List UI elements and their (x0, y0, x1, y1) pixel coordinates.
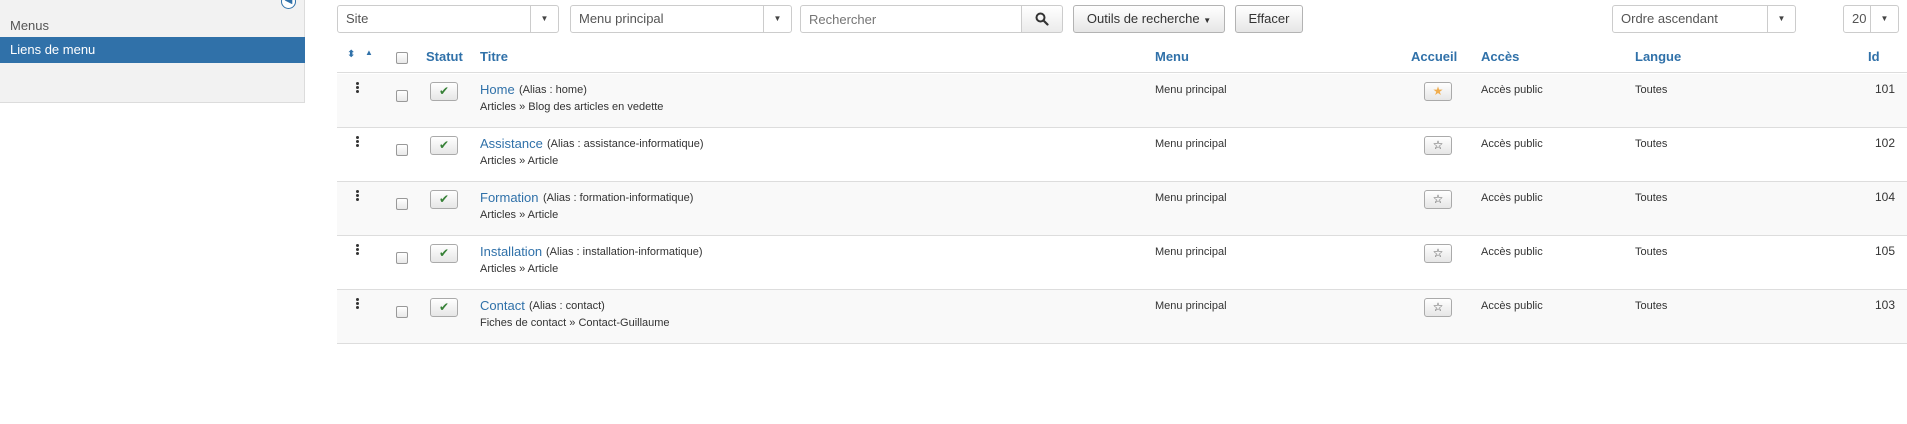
item-menu: Menu principal (1155, 300, 1227, 312)
item-link-type: Articles » Article (480, 155, 559, 167)
sort-ordering-icon[interactable]: ⬍ (347, 49, 355, 60)
drag-handle-icon[interactable] (356, 190, 359, 202)
sidebar-item-menu-links[interactable]: Liens de menu (0, 37, 305, 63)
item-link-type: Articles » Blog des articles en vedette (480, 101, 664, 113)
search-input[interactable] (800, 5, 1022, 33)
header-access[interactable]: Accès (1481, 49, 1519, 64)
sort-up-icon[interactable]: ▲ (365, 48, 373, 57)
menu-select-value: Menu principal (579, 11, 664, 26)
clear-button[interactable]: Effacer (1235, 5, 1303, 33)
item-menu: Menu principal (1155, 246, 1227, 258)
item-language: Toutes (1635, 138, 1668, 150)
sidebar-collapse-icon[interactable]: ◀ (281, 0, 296, 9)
table-row: ✔ Formation (Alias : formation-informatiqu… (337, 182, 1907, 236)
set-home-star-icon[interactable]: ☆ (1424, 244, 1452, 263)
limit-select[interactable]: 20 ▼ (1843, 5, 1899, 33)
item-alias: (Alias : assistance-informatique) (547, 138, 704, 150)
item-menu: Menu principal (1155, 138, 1227, 150)
header-status[interactable]: Statut (426, 49, 463, 64)
item-link-type: Articles » Article (480, 263, 559, 275)
table-row: ✔ Contact (Alias : contact) Fiches de conta… (337, 290, 1907, 344)
row-checkbox[interactable] (396, 90, 408, 102)
item-alias: (Alias : formation-informatique) (543, 192, 694, 204)
table-header: ⬍ ▲ Statut Titre Menu Accueil Accès Lang… (337, 43, 1907, 73)
item-link-type: Fiches de contact » Contact-Guillaume (480, 317, 670, 329)
item-link-type: Articles » Article (480, 209, 559, 221)
header-id[interactable]: Id (1868, 49, 1880, 64)
item-alias: (Alias : home) (519, 84, 587, 96)
item-language: Toutes (1635, 300, 1668, 312)
item-language: Toutes (1635, 84, 1668, 96)
item-title-link[interactable]: Installation (480, 244, 542, 259)
search-button[interactable] (1021, 5, 1063, 33)
item-access: Accès public (1481, 246, 1543, 258)
chevron-down-icon: ▼ (763, 6, 791, 32)
check-all-checkbox[interactable] (396, 52, 408, 64)
chevron-down-icon: ▼ (1870, 6, 1898, 32)
table-row: ✔ Assistance (Alias : assistance-informati… (337, 128, 1907, 182)
drag-handle-icon[interactable] (356, 136, 359, 148)
chevron-down-icon: ▼ (530, 6, 558, 32)
item-id: 103 (1874, 298, 1895, 312)
published-toggle-button[interactable]: ✔ (430, 190, 458, 209)
header-home[interactable]: Accueil (1411, 49, 1457, 64)
drag-handle-icon[interactable] (356, 82, 359, 94)
item-menu: Menu principal (1155, 192, 1227, 204)
item-title-link[interactable]: Assistance (480, 136, 543, 151)
drag-handle-icon[interactable] (356, 298, 359, 310)
search-tools-label: Outils de recherche (1086, 11, 1200, 26)
item-alias: (Alias : contact) (529, 300, 605, 312)
menu-select[interactable]: Menu principal ▼ (570, 5, 792, 33)
search-icon (1035, 12, 1049, 26)
default-home-star-icon[interactable]: ★ (1424, 82, 1452, 101)
ordering-select[interactable]: Ordre ascendant ▼ (1612, 5, 1796, 33)
item-alias: (Alias : installation-informatique) (546, 246, 703, 258)
item-menu: Menu principal (1155, 84, 1227, 96)
item-title-link[interactable]: Home (480, 82, 515, 97)
ordering-select-value: Ordre ascendant (1621, 11, 1718, 26)
header-title[interactable]: Titre (480, 49, 508, 64)
row-checkbox[interactable] (396, 252, 408, 264)
published-toggle-button[interactable]: ✔ (430, 298, 458, 317)
caret-down-icon: ▼ (1203, 16, 1212, 25)
chevron-down-icon: ▼ (1767, 6, 1795, 32)
row-checkbox[interactable] (396, 144, 408, 156)
header-menu[interactable]: Menu (1155, 49, 1189, 64)
item-id: 105 (1874, 244, 1895, 258)
item-title-link[interactable]: Formation (480, 190, 539, 205)
item-id: 102 (1874, 136, 1895, 150)
client-select[interactable]: Site ▼ (337, 5, 559, 33)
sidebar-item-menus[interactable]: Menus (0, 13, 305, 39)
row-checkbox[interactable] (396, 306, 408, 318)
clear-label: Effacer (1248, 11, 1290, 26)
set-home-star-icon[interactable]: ☆ (1424, 298, 1452, 317)
set-home-star-icon[interactable]: ☆ (1424, 190, 1452, 209)
sidebar: ◀ Menus Liens de menu (0, 0, 305, 103)
item-language: Toutes (1635, 192, 1668, 204)
row-checkbox[interactable] (396, 198, 408, 210)
published-toggle-button[interactable]: ✔ (430, 244, 458, 263)
item-access: Accès public (1481, 138, 1543, 150)
item-access: Accès public (1481, 84, 1543, 96)
header-language[interactable]: Langue (1635, 49, 1681, 64)
limit-select-value: 20 (1852, 11, 1867, 26)
item-language: Toutes (1635, 246, 1668, 258)
drag-handle-icon[interactable] (356, 244, 359, 256)
item-id: 101 (1874, 82, 1895, 96)
item-id: 104 (1874, 190, 1895, 204)
table-row: ✔ Installation (Alias : installation-infor… (337, 236, 1907, 290)
published-toggle-button[interactable]: ✔ (430, 82, 458, 101)
item-access: Accès public (1481, 192, 1543, 204)
client-select-value: Site (346, 11, 369, 26)
published-toggle-button[interactable]: ✔ (430, 136, 458, 155)
set-home-star-icon[interactable]: ☆ (1424, 136, 1452, 155)
item-access: Accès public (1481, 300, 1543, 312)
item-title-link[interactable]: Contact (480, 298, 525, 313)
table-row: ✔ Home (Alias : home) Articles » Blog des a… (337, 74, 1907, 128)
search-tools-button[interactable]: Outils de recherche ▼ (1073, 5, 1225, 33)
